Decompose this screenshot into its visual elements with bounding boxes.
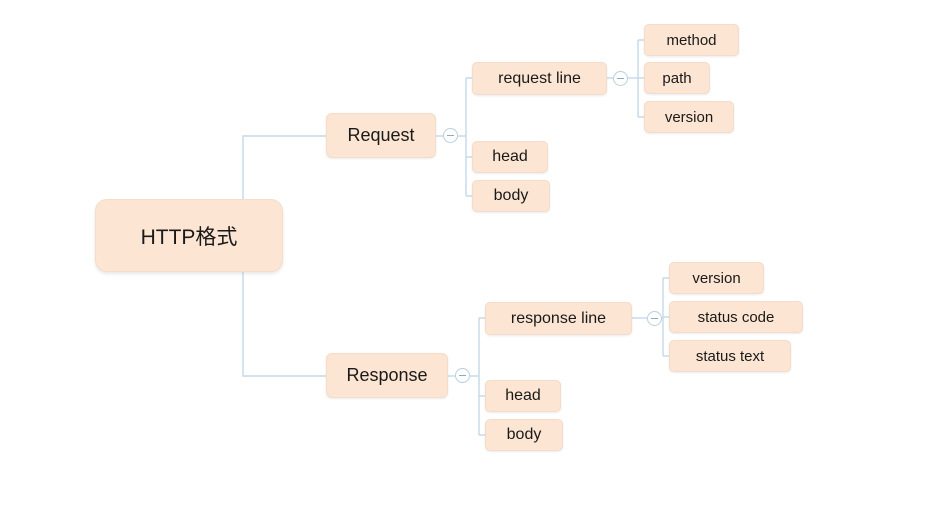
node-request[interactable]: Request	[326, 113, 436, 158]
node-version-request[interactable]: version	[644, 101, 734, 133]
node-response-head[interactable]: head	[485, 380, 561, 412]
node-response-body[interactable]: body	[485, 419, 563, 451]
node-path-label: path	[662, 69, 692, 87]
node-path[interactable]: path	[644, 62, 710, 94]
node-root-label: HTTP格式	[140, 225, 238, 249]
node-response-line-label: response line	[510, 309, 607, 327]
node-request-body-label: body	[493, 187, 529, 204]
node-response-body-label: body	[506, 426, 542, 443]
node-version-request-label: version	[664, 108, 714, 126]
mindmap-canvas: HTTP格式 Request request line method path …	[0, 0, 930, 516]
node-version-response[interactable]: version	[669, 262, 764, 294]
node-response-label: Response	[346, 365, 428, 385]
node-response-line[interactable]: response line	[485, 302, 632, 335]
node-response[interactable]: Response	[326, 353, 448, 398]
node-request-head[interactable]: head	[472, 141, 548, 173]
node-request-body[interactable]: body	[472, 180, 550, 212]
node-request-head-label: head	[492, 148, 528, 165]
minus-circle-icon-request[interactable]	[443, 128, 458, 143]
node-root[interactable]: HTTP格式	[95, 199, 283, 272]
node-status-text-label: status text	[695, 347, 765, 365]
node-response-head-label: head	[505, 387, 541, 404]
minus-glyph	[617, 78, 624, 79]
minus-glyph	[447, 135, 454, 136]
node-status-code[interactable]: status code	[669, 301, 803, 333]
node-method-label: method	[666, 31, 717, 49]
minus-circle-icon-response[interactable]	[455, 368, 470, 383]
minus-glyph	[459, 375, 466, 376]
minus-glyph	[651, 318, 658, 319]
node-method[interactable]: method	[644, 24, 739, 56]
node-request-line-label: request line	[498, 69, 581, 87]
node-request-label: Request	[347, 125, 415, 145]
node-status-code-label: status code	[697, 308, 775, 326]
node-version-response-label: version	[692, 269, 741, 287]
minus-circle-icon-response-line[interactable]	[647, 311, 662, 326]
node-status-text[interactable]: status text	[669, 340, 791, 372]
minus-circle-icon-request-line[interactable]	[613, 71, 628, 86]
node-request-line[interactable]: request line	[472, 62, 607, 95]
